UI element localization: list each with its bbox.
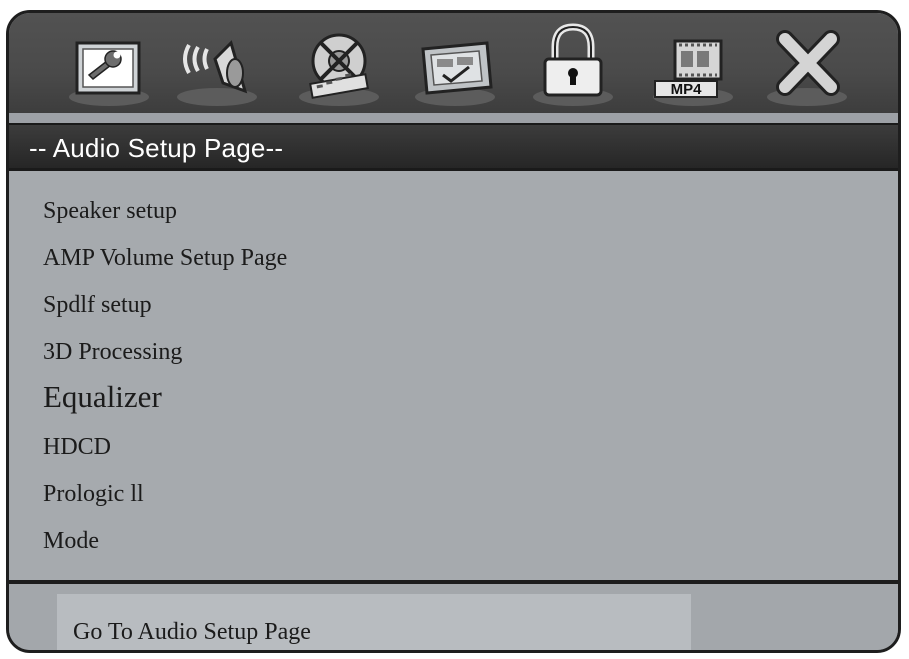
general-setup-icon bbox=[69, 41, 149, 106]
page-title-bar: -- Audio Setup Page-- bbox=[9, 123, 898, 171]
tab-exit-setup[interactable] bbox=[761, 13, 853, 113]
menu-item-mode[interactable]: Mode bbox=[43, 528, 99, 555]
tab-preference-setup[interactable] bbox=[409, 13, 501, 113]
menu-item-hdcd[interactable]: HDCD bbox=[43, 434, 111, 461]
menu-item-equalizer[interactable]: Equalizer bbox=[43, 379, 162, 415]
tab-mp4-setup[interactable]: MP4 bbox=[647, 13, 739, 113]
osd-setup-window: MP4 -- Audio Setup Page-- Speaker setup … bbox=[6, 10, 901, 653]
tab-video-setup[interactable] bbox=[293, 13, 385, 113]
audio-menu-list: Speaker setup AMP Volume Setup Page Spdl… bbox=[9, 171, 898, 581]
menu-item-amp-volume-setup[interactable]: AMP Volume Setup Page bbox=[43, 245, 287, 272]
status-box: Go To Audio Setup Page bbox=[57, 594, 691, 650]
exit-icon bbox=[767, 30, 847, 106]
menu-item-prologic-ii[interactable]: Prologic ll bbox=[43, 481, 144, 508]
preference-icon bbox=[415, 41, 495, 106]
password-lock-icon bbox=[533, 23, 613, 106]
status-panel: Go To Audio Setup Page bbox=[9, 584, 898, 650]
setup-tab-bar: MP4 bbox=[9, 13, 898, 113]
page-title: -- Audio Setup Page-- bbox=[29, 133, 284, 163]
menu-item-spdif-setup[interactable]: Spdlf setup bbox=[43, 292, 152, 319]
menu-item-speaker-setup[interactable]: Speaker setup bbox=[43, 198, 177, 225]
mp4-icon: MP4 bbox=[653, 39, 733, 106]
video-film-icon bbox=[299, 33, 379, 106]
tab-general-setup[interactable] bbox=[63, 13, 155, 113]
menu-item-3d-processing[interactable]: 3D Processing bbox=[43, 339, 182, 366]
tab-password-setup[interactable] bbox=[527, 13, 619, 113]
audio-speaker-icon bbox=[177, 40, 257, 106]
mp4-badge-text: MP4 bbox=[671, 81, 703, 98]
status-text: Go To Audio Setup Page bbox=[73, 619, 311, 645]
tab-audio-setup[interactable] bbox=[171, 13, 263, 113]
